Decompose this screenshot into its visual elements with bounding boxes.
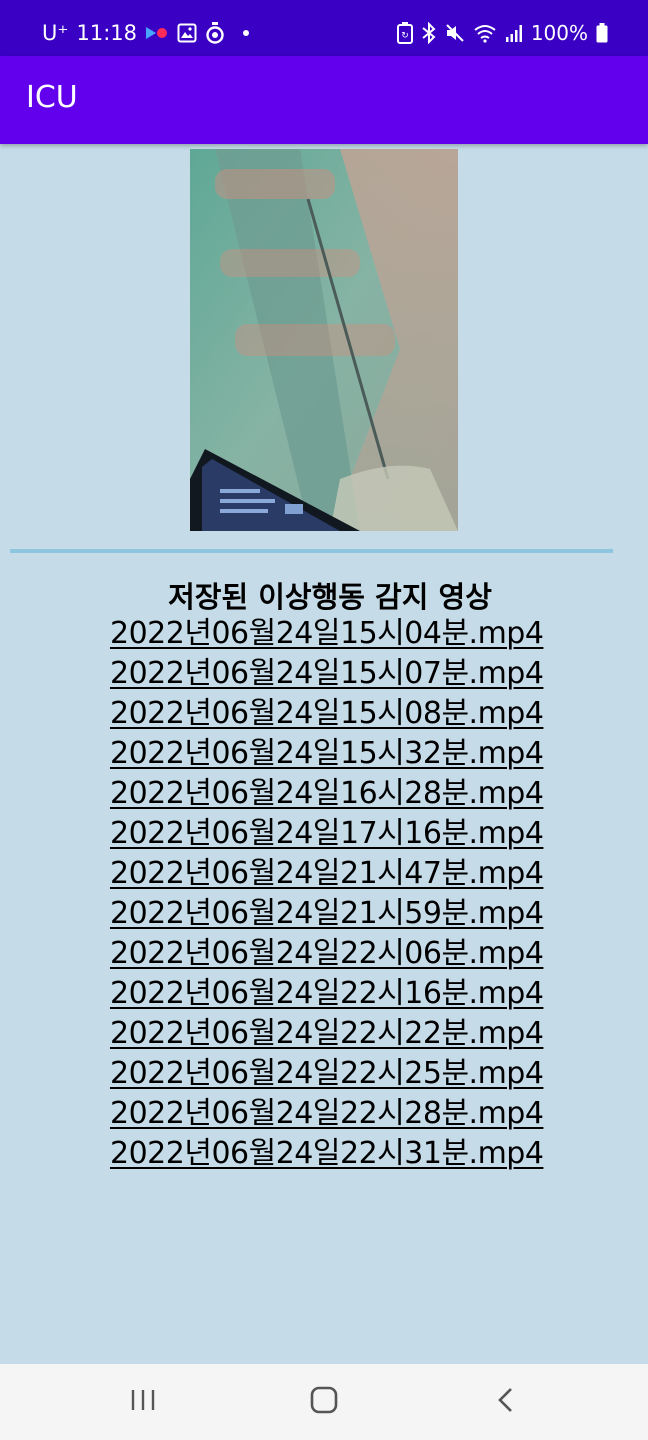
- video-link[interactable]: 2022년06월24일22시31분.mp4: [110, 1134, 550, 1174]
- bluetooth-icon: [421, 22, 437, 44]
- media-icon: [145, 26, 169, 40]
- battery-percent: 100%: [530, 21, 588, 45]
- video-link[interactable]: 2022년06월24일17시16분.mp4: [110, 814, 550, 854]
- recents-icon: [130, 1388, 156, 1417]
- video-link[interactable]: 2022년06월24일22시22분.mp4: [110, 1014, 550, 1054]
- video-link[interactable]: 2022년06월24일15시08분.mp4: [110, 694, 550, 734]
- video-link[interactable]: 2022년06월24일16시28분.mp4: [110, 774, 550, 814]
- carrier-label: U⁺: [42, 21, 69, 45]
- video-link[interactable]: 2022년06월24일15시32분.mp4: [110, 734, 550, 774]
- home-button[interactable]: [294, 1382, 354, 1422]
- app-bar: ICU: [0, 56, 648, 144]
- back-button[interactable]: [476, 1382, 536, 1422]
- camera-preview: [190, 149, 458, 531]
- video-link[interactable]: 2022년06월24일22시06분.mp4: [110, 934, 550, 974]
- battery-saver-icon: ↻: [396, 22, 413, 44]
- video-link[interactable]: 2022년06월24일21시47분.mp4: [110, 854, 550, 894]
- back-icon: [497, 1387, 515, 1418]
- battery-icon: [596, 23, 608, 43]
- mute-icon: [445, 23, 465, 43]
- video-link[interactable]: 2022년06월24일15시04분.mp4: [110, 614, 550, 654]
- recents-button[interactable]: [113, 1382, 173, 1422]
- wifi-icon: [473, 23, 497, 43]
- home-icon: [310, 1386, 338, 1419]
- timer-icon: [205, 22, 225, 44]
- divider: [10, 549, 613, 553]
- svg-text:↻: ↻: [401, 31, 409, 41]
- app-title: ICU: [26, 80, 78, 115]
- clock: 11:18: [76, 21, 137, 45]
- saved-videos-heading: 저장된 이상행동 감지 영상: [168, 580, 492, 614]
- video-list: 2022년06월24일15시04분.mp4 2022년06월24일15시07분.…: [110, 614, 550, 1174]
- video-link[interactable]: 2022년06월24일21시59분.mp4: [110, 894, 550, 934]
- video-link[interactable]: 2022년06월24일22시28분.mp4: [110, 1094, 550, 1134]
- notification-dot-icon: [243, 30, 249, 36]
- navigation-bar: [0, 1364, 648, 1440]
- status-bar: U⁺ 11:18 ↻ 100%: [0, 0, 648, 56]
- signal-icon: [505, 24, 523, 42]
- image-icon: [177, 23, 197, 43]
- video-link[interactable]: 2022년06월24일22시16분.mp4: [110, 974, 550, 1014]
- video-link[interactable]: 2022년06월24일22시25분.mp4: [110, 1054, 550, 1094]
- video-link[interactable]: 2022년06월24일15시07분.mp4: [110, 654, 550, 694]
